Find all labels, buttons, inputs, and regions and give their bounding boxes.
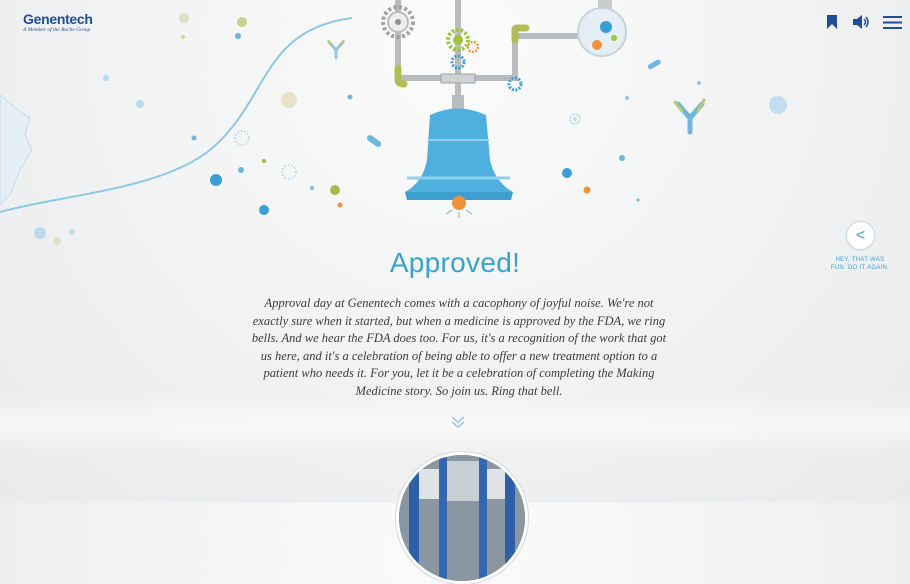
brand-tagline: A Member of the Roche Group <box>23 27 91 33</box>
chevron-left-icon: < <box>855 226 866 244</box>
flask <box>577 0 627 57</box>
burst <box>234 130 250 146</box>
speaker-icon[interactable] <box>852 12 872 32</box>
brand-logo[interactable]: Genentech A Member of the Roche Group <box>23 12 93 34</box>
page-title: Approved! <box>389 247 521 278</box>
next-story-thumbnail[interactable] <box>396 452 528 584</box>
replay-caption-line2: FUN. DO IT AGAIN. <box>830 265 890 271</box>
replay-caption-line1: HEY, THAT WAS <box>835 257 885 263</box>
capsule <box>647 59 661 70</box>
bubbles <box>34 13 787 245</box>
burst <box>281 164 297 180</box>
top-toolbar <box>822 12 902 32</box>
curve-line <box>0 17 353 213</box>
story-paragraph: Approval day at Genentech comes with a c… <box>251 296 667 398</box>
gear-blue <box>450 54 523 92</box>
replay-caption: HEY, THAT WAS FUN. DO IT AGAIN. <box>824 256 896 272</box>
scroll-down-icon[interactable] <box>450 415 466 434</box>
antibody <box>327 39 345 60</box>
gear-large <box>381 5 415 39</box>
warehouse-image <box>399 455 525 581</box>
pipes <box>394 0 583 98</box>
bookmark-icon[interactable] <box>822 12 842 32</box>
replay-button[interactable]: < <box>846 221 875 250</box>
menu-icon[interactable] <box>882 12 902 32</box>
map-outline <box>0 94 33 206</box>
bell-illustration <box>0 0 787 245</box>
antibody <box>673 98 706 135</box>
bell <box>405 95 513 218</box>
gear-orange <box>466 40 480 54</box>
brand-name: Genentech <box>23 11 93 27</box>
capsule <box>366 135 382 147</box>
